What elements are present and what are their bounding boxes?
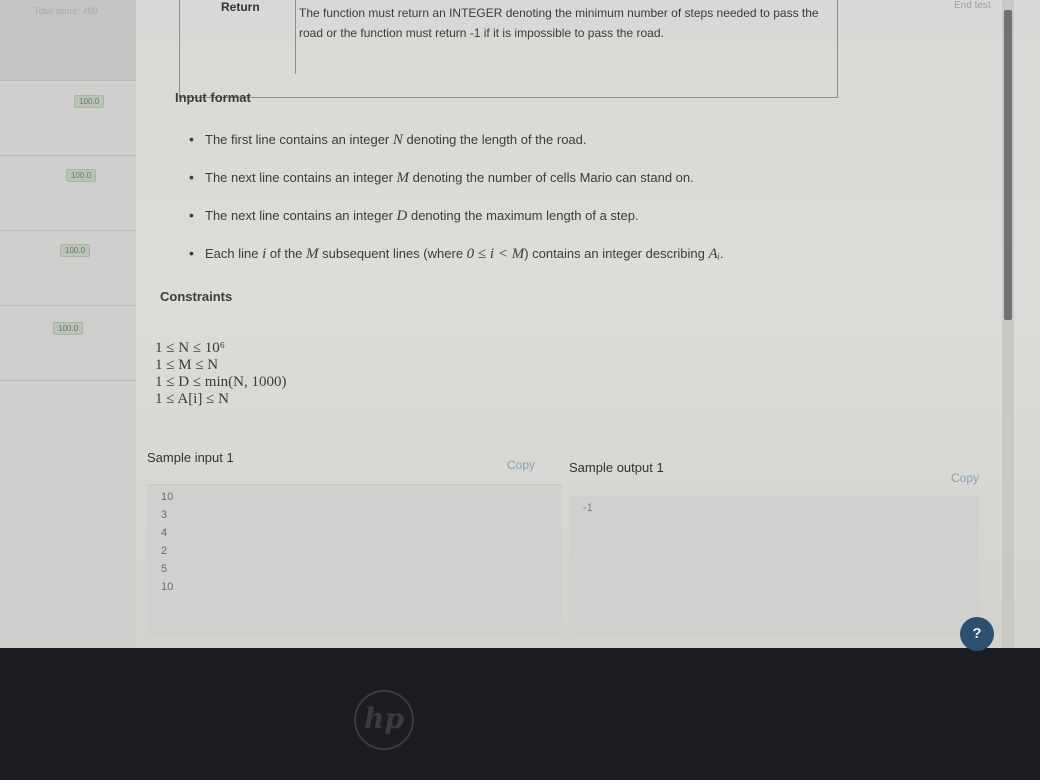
sample-output-label: Sample output 1 [569,460,664,475]
code-line: 10 [161,491,174,503]
constraints-block: 1 ≤ N ≤ 10⁶ 1 ≤ M ≤ N 1 ≤ D ≤ min(N, 100… [155,340,286,408]
end-test-button[interactable]: End test [954,0,991,11]
copy-output-button[interactable]: Copy [951,471,979,485]
code-line: 2 [161,545,168,557]
code-line: 4 [161,527,168,539]
problem-content: Return The function must return an INTEG… [137,0,1009,648]
code-line: 5 [161,563,168,575]
copy-input-button[interactable]: Copy [507,458,535,472]
constraint-line: 1 ≤ N ≤ 10⁶ [155,340,226,356]
sample-input-box[interactable]: 10 3 4 2 5 10 [147,484,562,635]
input-format-heading: Input format [175,90,251,105]
score-badge: 100.0 [66,169,97,182]
sidebar-question-4[interactable]: 100.0 [0,306,136,381]
hp-logo: hp [354,690,414,750]
screen: Total score: 400 100.0 100.0 100.0 100.0… [0,0,1040,648]
help-button[interactable]: ? [960,617,994,651]
list-item: The next line contains an integer M deno… [187,169,724,208]
returns-label: Return [221,0,260,14]
scrollbar-thumb[interactable] [1004,10,1012,320]
sidebar-question-2[interactable]: 100.0 [0,156,136,231]
score-badge: 100.0 [53,322,84,335]
input-format-list: The first line contains an integer N den… [187,131,724,284]
code-line: -1 [583,502,593,514]
score-badge: 100.0 [74,95,105,108]
sample-input-label: Sample input 1 [147,450,234,465]
sidebar-question-3[interactable]: 100.0 [0,231,136,306]
sidebar-question-1[interactable]: 100.0 [0,81,136,156]
scrollbar[interactable] [1002,0,1014,648]
code-line: 10 [161,581,174,593]
total-score: Total score: 400 [34,6,98,16]
returns-divider [295,0,296,74]
list-item: The next line contains an integer D deno… [187,207,724,246]
sidebar-header: Total score: 400 [0,0,136,81]
question-sidebar: Total score: 400 100.0 100.0 100.0 100.0 [0,0,136,648]
code-line: 3 [161,509,168,521]
constraint-line: 1 ≤ D ≤ min(N, 1000) [155,374,287,390]
list-item: Each line i of the M subsequent lines (w… [187,245,724,284]
constraint-line: 1 ≤ M ≤ N [155,357,219,373]
sample-output-box[interactable]: -1 [569,496,979,636]
constraints-heading: Constraints [160,289,233,304]
list-item: The first line contains an integer N den… [187,131,724,170]
score-badge: 100.0 [60,244,91,257]
returns-text: The function must return an INTEGER deno… [299,6,819,40]
constraint-line: 1 ≤ A[i] ≤ N [155,391,229,407]
